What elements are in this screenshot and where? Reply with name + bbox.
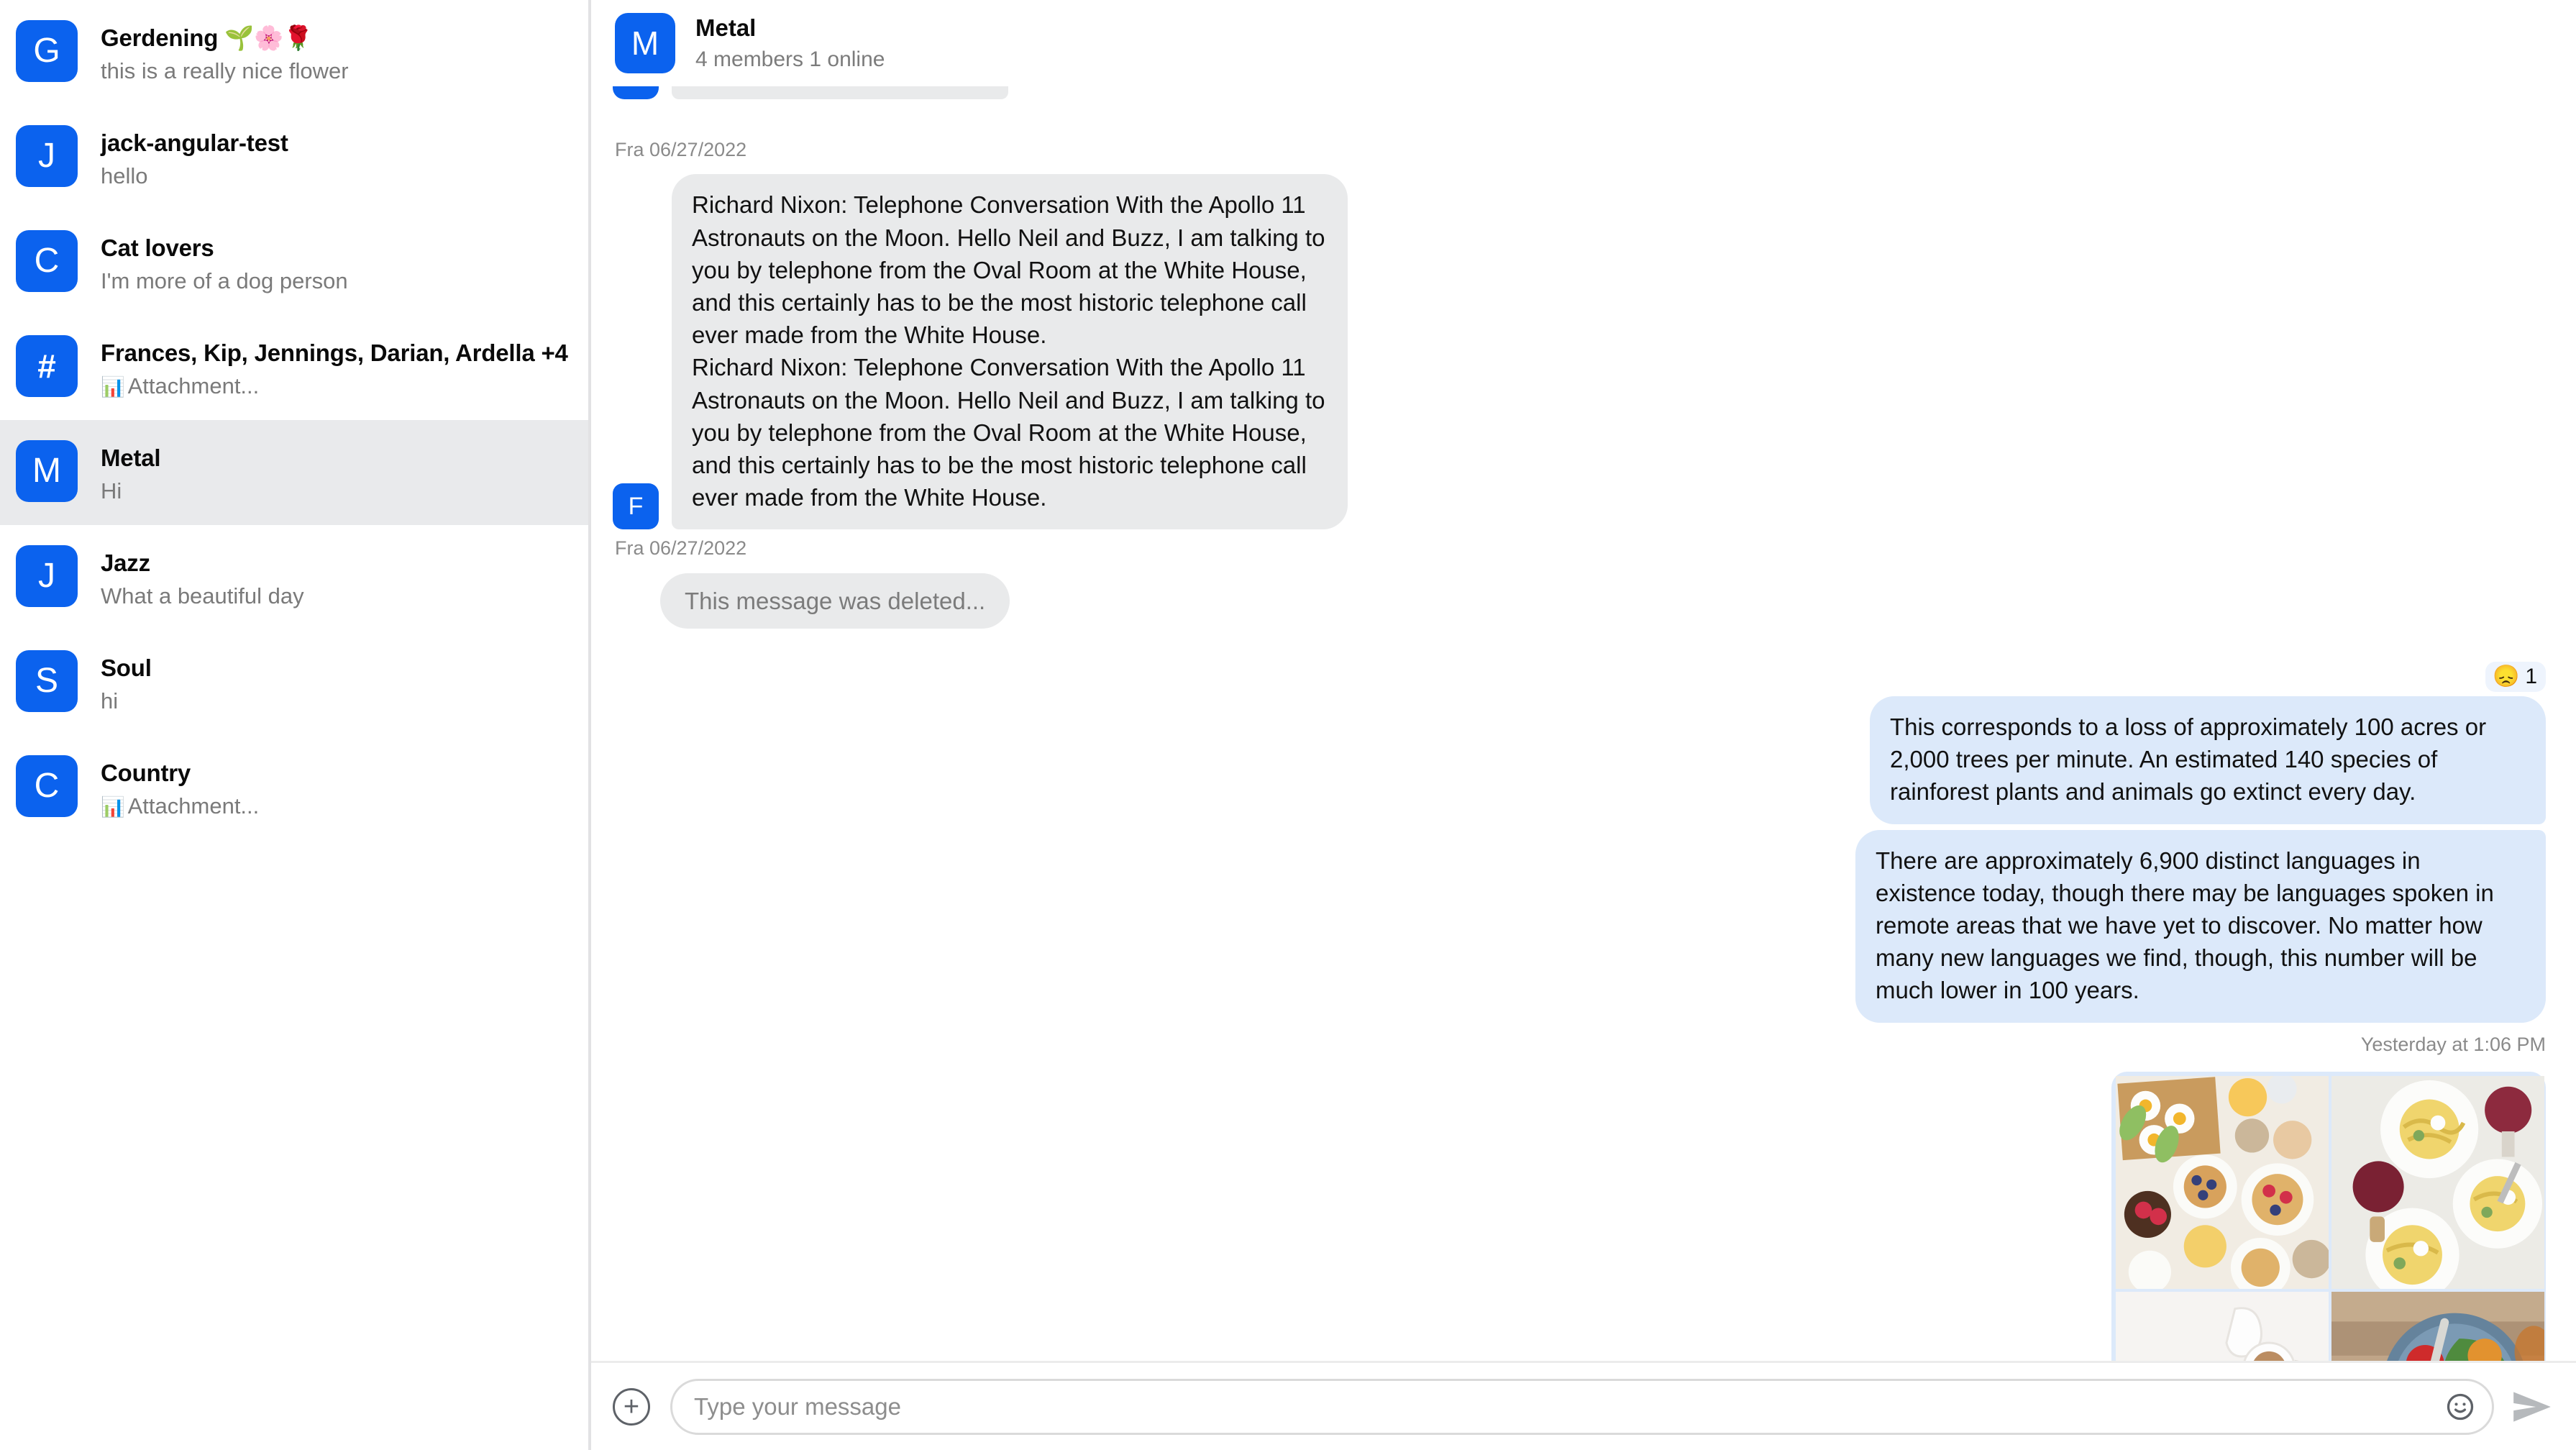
channel-list-sidebar: G Gerdening 🌱🌸🌹 this is a really nice fl… [0,0,591,1450]
channel-members-status: 4 members 1 online [695,47,885,72]
message-row-deleted: This message was deleted... [591,573,2576,629]
avatar: G [16,20,78,82]
channel-list-item-jack-angular-test[interactable]: J jack-angular-test hello [0,105,588,210]
partial-avatar [613,86,659,99]
avatar: C [16,755,78,817]
deleted-message-bubble[interactable]: This message was deleted... [660,573,1010,629]
channel-name: Metal [101,444,161,471]
channel-list-item-soul[interactable]: S Soul hi [0,630,588,735]
reaction-row: 😞 1 [591,662,2576,693]
channel-name: Soul [101,655,152,681]
channel-list-item-jazz[interactable]: J Jazz What a beautiful day [0,525,588,630]
avatar: S [16,650,78,712]
channel-preview: I'm more of a dog person [101,268,348,293]
message-composer: + [591,1361,2576,1450]
channel-name: jack-angular-test [101,129,288,156]
channel-name: Cat lovers [101,234,214,261]
channel-preview: 📊 Attachment... [101,373,568,400]
channel-preview: hello [101,163,148,188]
channel-name: Frances, Kip, Jennings, Darian, Ardella … [101,339,568,366]
channel-list-item-country[interactable]: C Country 📊 Attachment... [0,735,588,840]
channel-preview-text: Attachment... [127,793,260,819]
hash-avatar: # [16,335,78,397]
reaction-count: 1 [2525,665,2537,689]
attachment-image-4[interactable] [2331,1292,2544,1361]
partial-message-row [591,86,1008,99]
channel-avatar: M [615,13,675,73]
partial-bubble [672,86,1008,99]
message-list[interactable]: Fra 06/27/2022 F Richard Nixon: Telephon… [591,86,2576,1361]
avatar: M [16,440,78,502]
attachment-icon: 📊 [101,795,125,818]
channel-preview: 📊 Attachment... [101,793,259,820]
sender-avatar: F [613,483,659,530]
message-input[interactable] [694,1392,2444,1421]
emoji-picker-icon[interactable] [2444,1391,2476,1423]
channel-list-item-cat-lovers[interactable]: C Cat lovers I'm more of a dog person [0,210,588,315]
message-bubble[interactable]: There are approximately 6,900 distinct l… [1855,829,2546,1023]
disappointed-face-icon: 😞 [2492,665,2520,689]
message-bubble[interactable]: This corresponds to a loss of approximat… [1870,696,2546,824]
channel-name: Country [101,760,191,786]
attachment-image-3[interactable] [2116,1292,2329,1361]
message-bubble[interactable]: Richard Nixon: Telephone Conversation Wi… [672,174,1348,530]
message-row-incoming: F Richard Nixon: Telephone Conversation … [591,174,2576,530]
channel-preview: Hi [101,478,122,503]
chat-main-panel: M Metal 4 members 1 online Fra 06/27/202… [591,0,2576,1450]
send-message-icon[interactable] [2510,1388,2554,1426]
message-row-outgoing: This corresponds to a loss of approximat… [591,696,2576,824]
image-attachment-grid[interactable] [2111,1072,2546,1361]
message-timestamp: Fra 06/27/2022 [615,139,747,160]
attachment-image-1[interactable] [2116,1076,2329,1290]
channel-preview: What a beautiful day [101,583,304,608]
channel-list-item-gerdening[interactable]: G Gerdening 🌱🌸🌹 this is a really nice fl… [0,0,588,105]
channel-list-item-group-frances[interactable]: # Frances, Kip, Jennings, Darian, Ardell… [0,315,588,420]
chat-header: M Metal 4 members 1 online [591,0,2576,86]
add-attachment-icon[interactable]: + [613,1387,650,1426]
channel-title: Metal [695,14,757,41]
avatar: C [16,230,78,292]
message-reaction-badge[interactable]: 😞 1 [2485,662,2546,693]
attachment-icon: 📊 [101,375,125,398]
avatar: J [16,545,78,607]
channel-name: Gerdening 🌱🌸🌹 [101,24,313,51]
message-timestamp: Fra 06/27/2022 [615,537,747,560]
avatar: J [16,125,78,187]
attachment-image-2[interactable] [2331,1076,2544,1290]
channel-name: Jazz [101,550,150,576]
chat-app: G Gerdening 🌱🌸🌹 this is a really nice fl… [0,0,2576,1450]
message-row-attachment [591,1072,2576,1361]
message-row-outgoing: There are approximately 6,900 distinct l… [591,829,2576,1023]
channel-preview: hi [101,688,119,713]
channel-list-item-metal[interactable]: M Metal Hi [0,420,588,525]
message-timestamp: Yesterday at 1:06 PM [2360,1033,2546,1055]
channel-preview: this is a really nice flower [101,58,349,83]
message-input-wrapper[interactable] [670,1378,2494,1435]
channel-preview-text: Attachment... [127,373,260,398]
